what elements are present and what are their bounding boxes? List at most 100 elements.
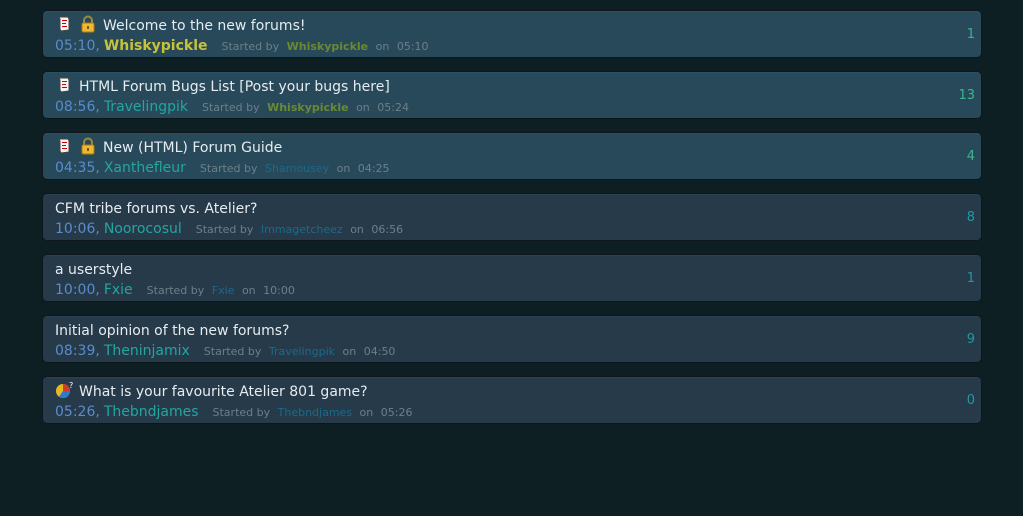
last-post-time: 10:06 bbox=[55, 221, 96, 237]
scroll-icon bbox=[55, 15, 73, 33]
last-post-time: 08:56 bbox=[55, 99, 96, 115]
started-info: Started by Whiskypickle on 05:24 bbox=[202, 101, 409, 114]
scroll-icon bbox=[55, 137, 73, 155]
started-by-label: Started by bbox=[199, 162, 258, 175]
started-time: 04:50 bbox=[363, 345, 396, 358]
separator: , bbox=[95, 282, 100, 298]
started-info: Started by Shamousey on 04:25 bbox=[200, 162, 390, 175]
topic-row[interactable]: ? What is your favourite Atelier 801 gam… bbox=[42, 376, 982, 424]
topic-title[interactable]: Welcome to the new forums! bbox=[103, 18, 305, 34]
topic-meta: 10:00, Fxie Started by Fxie on 10:00 bbox=[55, 282, 295, 300]
topic-title[interactable]: HTML Forum Bugs List [Post your bugs her… bbox=[79, 79, 390, 95]
last-post-author[interactable]: Xanthefleur bbox=[104, 160, 186, 176]
topic-title-row: CFM tribe forums vs. Atelier? bbox=[55, 199, 257, 219]
topic-starter[interactable]: Whiskypickle bbox=[267, 101, 348, 114]
topic-row[interactable]: a userstyle 10:00, Fxie Started by Fxie … bbox=[42, 254, 982, 302]
topic-icons bbox=[55, 76, 79, 98]
topic-meta: 08:56, Travelingpik Started by Whiskypic… bbox=[55, 99, 409, 117]
topic-meta: 05:10, Whiskypickle Started by Whiskypic… bbox=[55, 38, 429, 56]
reply-count: 9 bbox=[966, 332, 975, 347]
last-post-time: 05:26 bbox=[55, 404, 96, 420]
topic-title-row: Initial opinion of the new forums? bbox=[55, 321, 289, 341]
on-label: on bbox=[375, 40, 390, 53]
started-info: Started by Fxie on 10:00 bbox=[147, 284, 295, 297]
svg-text:?: ? bbox=[69, 381, 73, 390]
topic-row[interactable]: New (HTML) Forum Guide 04:35, Xanthefleu… bbox=[42, 132, 982, 180]
separator: , bbox=[95, 38, 100, 54]
topic-icons bbox=[55, 15, 103, 37]
topic-title-row: ? What is your favourite Atelier 801 gam… bbox=[55, 381, 368, 402]
started-info: Started by Immagetcheez on 06:56 bbox=[196, 223, 403, 236]
started-time: 05:10 bbox=[396, 40, 429, 53]
last-post-author[interactable]: Fxie bbox=[104, 282, 133, 298]
started-by-label: Started by bbox=[203, 345, 262, 358]
separator: , bbox=[95, 343, 100, 359]
topic-title[interactable]: New (HTML) Forum Guide bbox=[103, 140, 282, 156]
started-time: 04:25 bbox=[357, 162, 390, 175]
topic-starter[interactable]: Whiskypickle bbox=[287, 40, 368, 53]
on-label: on bbox=[342, 345, 357, 358]
reply-count: 1 bbox=[966, 27, 975, 42]
topic-starter[interactable]: Shamousey bbox=[265, 162, 329, 175]
on-label: on bbox=[350, 223, 364, 236]
last-post-author[interactable]: Theninjamix bbox=[104, 343, 190, 359]
last-post-time: 04:35 bbox=[55, 160, 96, 176]
started-info: Started by Thebndjames on 05:26 bbox=[213, 406, 413, 419]
separator: , bbox=[95, 221, 100, 237]
topic-title[interactable]: CFM tribe forums vs. Atelier? bbox=[55, 201, 257, 217]
topic-title[interactable]: a userstyle bbox=[55, 262, 132, 278]
last-post-time: 05:10 bbox=[55, 38, 96, 54]
started-time: 05:24 bbox=[377, 101, 409, 114]
topic-title-row: New (HTML) Forum Guide bbox=[55, 137, 282, 159]
topic-title[interactable]: What is your favourite Atelier 801 game? bbox=[79, 384, 368, 400]
topic-title-row: Welcome to the new forums! bbox=[55, 15, 305, 37]
topic-row[interactable]: Welcome to the new forums! 05:10, Whisky… bbox=[42, 10, 982, 58]
topic-row[interactable]: Initial opinion of the new forums? 08:39… bbox=[42, 315, 982, 363]
on-label: on bbox=[336, 162, 351, 175]
topic-meta: 04:35, Xanthefleur Started by Shamousey … bbox=[55, 160, 390, 178]
started-by-label: Started by bbox=[201, 101, 260, 114]
topic-meta: 08:39, Theninjamix Started by Travelingp… bbox=[55, 343, 395, 361]
started-time: 10:00 bbox=[263, 284, 295, 297]
topic-title-row: a userstyle bbox=[55, 260, 132, 280]
started-by-label: Started by bbox=[146, 284, 205, 297]
scroll-icon bbox=[55, 76, 73, 94]
topic-starter[interactable]: Immagetcheez bbox=[261, 223, 343, 236]
last-post-time: 10:00 bbox=[55, 282, 96, 298]
topic-meta: 10:06, Noorocosul Started by Immagetchee… bbox=[55, 221, 403, 239]
separator: , bbox=[95, 99, 100, 115]
started-time: 06:56 bbox=[371, 223, 404, 236]
reply-count: 1 bbox=[966, 271, 975, 286]
last-post-author[interactable]: Thebndjames bbox=[104, 404, 199, 420]
started-info: Started by Whiskypickle on 05:10 bbox=[222, 40, 429, 53]
last-post-author[interactable]: Travelingpik bbox=[104, 99, 188, 115]
topic-row[interactable]: CFM tribe forums vs. Atelier? 10:06, Noo… bbox=[42, 193, 982, 241]
started-by-label: Started by bbox=[212, 406, 271, 419]
topic-starter[interactable]: Thebndjames bbox=[278, 406, 352, 419]
last-post-author[interactable]: Noorocosul bbox=[104, 221, 182, 237]
reply-count: 0 bbox=[966, 393, 975, 408]
lock-icon bbox=[79, 137, 97, 155]
started-info: Started by Travelingpik on 04:50 bbox=[204, 345, 396, 358]
reply-count: 4 bbox=[966, 149, 975, 164]
poll-icon: ? bbox=[55, 381, 73, 399]
on-label: on bbox=[359, 406, 374, 419]
started-by-label: Started by bbox=[221, 40, 280, 53]
started-time: 05:26 bbox=[380, 406, 413, 419]
topic-starter[interactable]: Travelingpik bbox=[269, 345, 335, 358]
reply-count: 13 bbox=[958, 88, 975, 103]
started-by-label: Started by bbox=[195, 223, 254, 236]
separator: , bbox=[95, 160, 100, 176]
topic-list: Welcome to the new forums! 05:10, Whisky… bbox=[42, 10, 982, 437]
last-post-author[interactable]: Whiskypickle bbox=[104, 38, 208, 54]
on-label: on bbox=[356, 101, 370, 114]
topic-title[interactable]: Initial opinion of the new forums? bbox=[55, 323, 289, 339]
topic-meta: 05:26, Thebndjames Started by Thebndjame… bbox=[55, 404, 412, 422]
topic-row[interactable]: HTML Forum Bugs List [Post your bugs her… bbox=[42, 71, 982, 119]
on-label: on bbox=[241, 284, 256, 297]
separator: , bbox=[95, 404, 100, 420]
topic-title-row: HTML Forum Bugs List [Post your bugs her… bbox=[55, 77, 390, 97]
topic-icons bbox=[55, 137, 103, 159]
topic-starter[interactable]: Fxie bbox=[212, 284, 235, 297]
lock-icon bbox=[79, 15, 97, 33]
